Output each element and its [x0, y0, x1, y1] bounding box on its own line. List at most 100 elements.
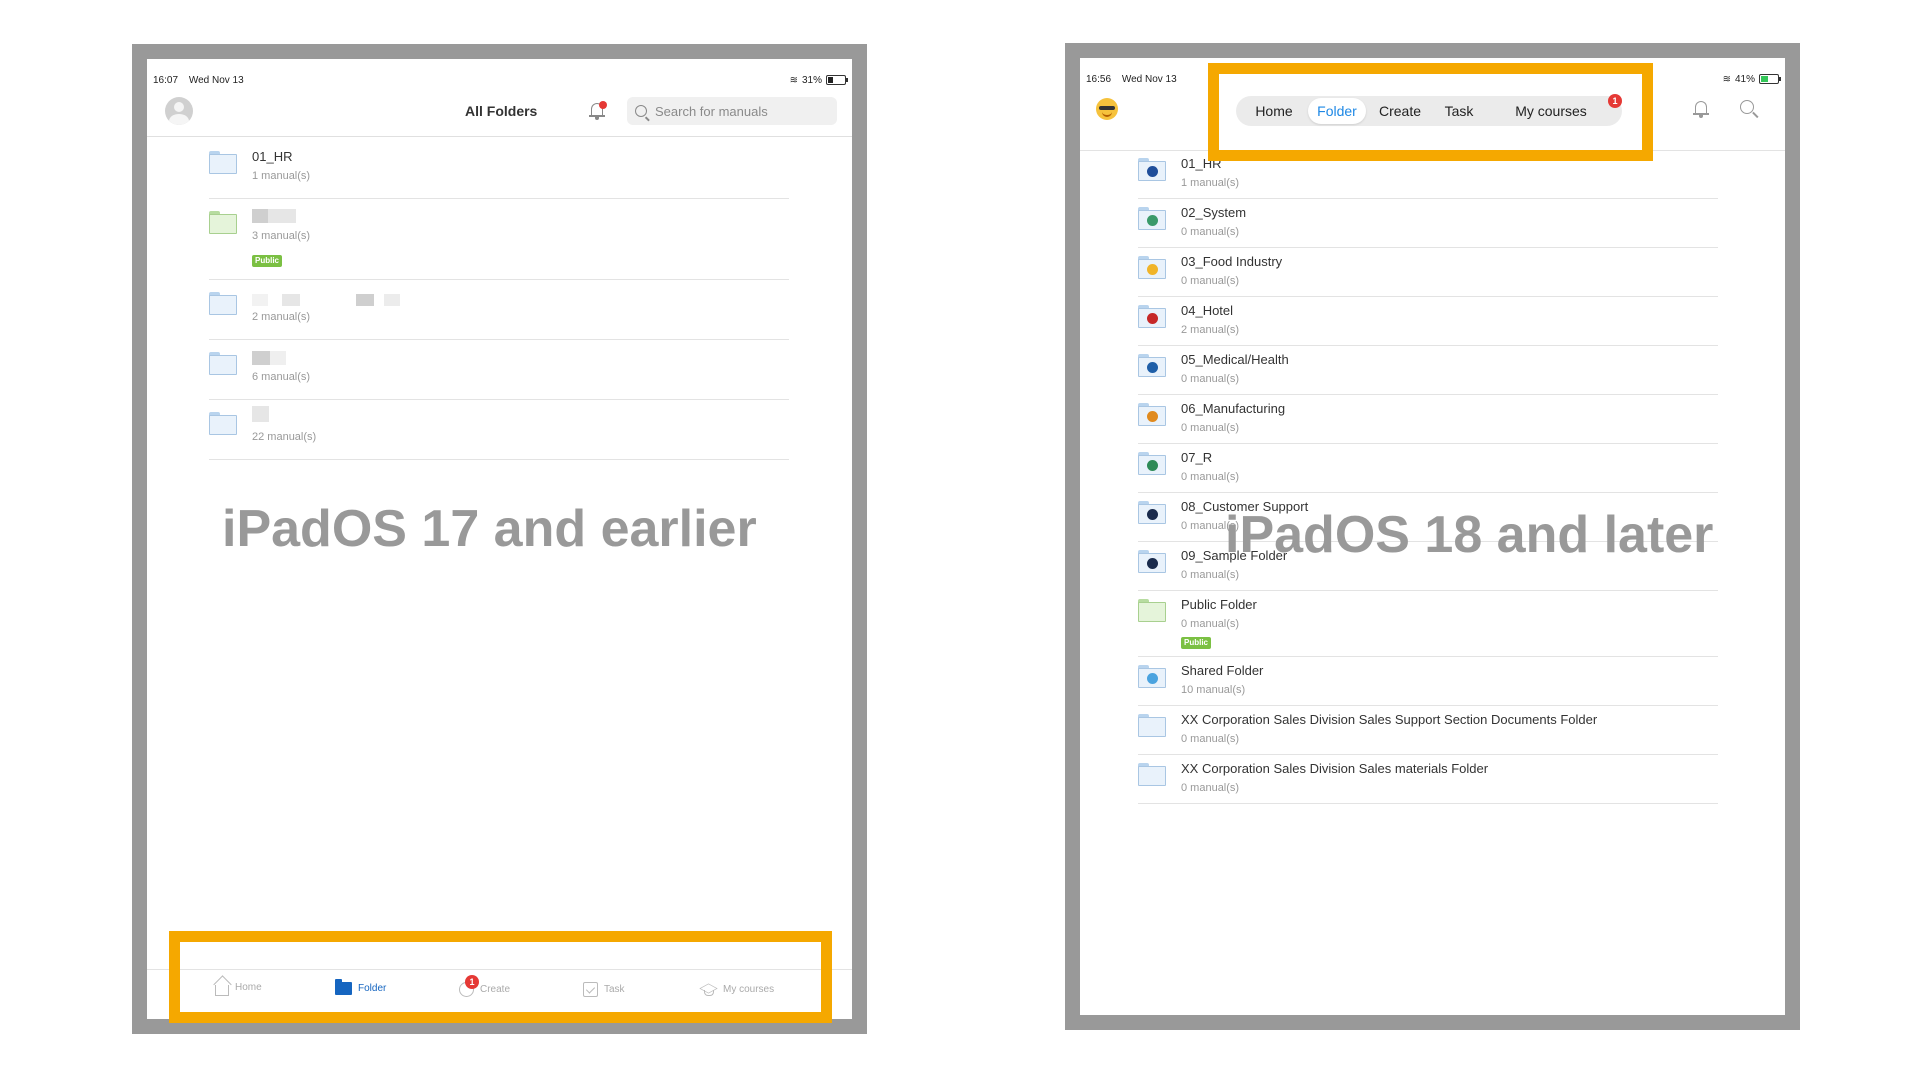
- folder-name: 03_Food Industry: [1181, 254, 1283, 269]
- folder-count: 6 manual(s): [252, 371, 311, 383]
- folder-count: 2 manual(s): [1181, 324, 1240, 336]
- search-input[interactable]: Search for manuals: [627, 97, 837, 125]
- page-title: All Folders: [465, 103, 538, 119]
- folder-name: 01_HR: [252, 149, 293, 164]
- folder-icon: [1138, 665, 1166, 688]
- top-header: All Folders Search for manuals: [147, 97, 852, 137]
- folder-name: 06_Manufacturing: [1181, 401, 1286, 416]
- ipad-frame-left: 16:07 Wed Nov 13 ≋ 31% All Folders Searc…: [132, 44, 867, 1034]
- os-version-label: iPadOS 17 and earlier: [222, 500, 757, 558]
- list-item[interactable]: 3 manual(s) Public: [209, 199, 789, 280]
- folder-emblem-icon: [1147, 509, 1158, 520]
- redacted-name: [252, 209, 268, 223]
- folder-count: 0 manual(s): [1181, 782, 1240, 794]
- folder-icon: [1138, 207, 1166, 230]
- folder-emblem-icon: [1147, 411, 1158, 422]
- folder-count: 0 manual(s): [1181, 422, 1240, 434]
- list-item[interactable]: 07_R 0 manual(s): [1138, 444, 1718, 493]
- folder-count: 0 manual(s): [1181, 471, 1240, 483]
- battery-charging-icon: [1759, 74, 1781, 84]
- list-item[interactable]: 22 manual(s): [209, 400, 789, 460]
- status-time: 16:07: [153, 74, 179, 86]
- public-badge: Public: [252, 255, 283, 267]
- redacted-name: [252, 351, 270, 365]
- folder-icon: [1138, 354, 1166, 377]
- redacted-name: [384, 294, 400, 306]
- folder-count: 10 manual(s): [1181, 684, 1246, 696]
- ipad-screen-right: 16:56 Wed Nov 13 ≋ 41% Home Folder Creat…: [1080, 58, 1785, 1015]
- folder-count: 0 manual(s): [1181, 618, 1240, 630]
- list-item[interactable]: 05_Medical/Health 0 manual(s): [1138, 346, 1718, 395]
- list-item[interactable]: Shared Folder 10 manual(s): [1138, 657, 1718, 706]
- list-item[interactable]: 04_Hotel 2 manual(s): [1138, 297, 1718, 346]
- search-placeholder: Search for manuals: [655, 103, 768, 119]
- list-item[interactable]: 2 manual(s): [209, 280, 789, 340]
- redacted-name: [270, 351, 286, 365]
- list-item[interactable]: 03_Food Industry 0 manual(s): [1138, 248, 1718, 297]
- folder-icon: [209, 412, 237, 435]
- folder-emblem-icon: [1147, 673, 1158, 684]
- app-logo-icon[interactable]: [1096, 98, 1118, 120]
- redacted-name: [268, 209, 296, 223]
- folder-icon: [209, 352, 237, 375]
- folder-icon: [1138, 305, 1166, 328]
- folder-name: 04_Hotel: [1181, 303, 1234, 318]
- status-date: Wed Nov 13: [1121, 73, 1177, 85]
- highlight-box-tab-bar: [169, 931, 832, 1023]
- folder-count: 0 manual(s): [1181, 569, 1240, 581]
- list-item[interactable]: 01_HR 1 manual(s): [209, 139, 789, 199]
- wifi-icon: ≋: [1722, 73, 1731, 85]
- folder-list: 01_HR 1 manual(s) 02_System 0 manual(s) 03_F…: [1138, 150, 1718, 804]
- folder-name: XX Corporation Sales Division Sales Supp…: [1181, 712, 1598, 727]
- list-item[interactable]: Public Folder 0 manual(s) Public: [1138, 591, 1718, 657]
- wifi-icon: ≋: [789, 74, 798, 86]
- avatar[interactable]: [165, 97, 193, 125]
- folder-name: XX Corporation Sales Division Sales mate…: [1181, 761, 1489, 776]
- list-item[interactable]: 6 manual(s): [209, 340, 789, 400]
- list-item[interactable]: 06_Manufacturing 0 manual(s): [1138, 395, 1718, 444]
- battery-icon: [826, 75, 848, 85]
- folder-icon: [1138, 403, 1166, 426]
- folder-emblem-icon: [1147, 313, 1158, 324]
- folder-count: 0 manual(s): [1181, 275, 1240, 287]
- folder-icon: [1138, 158, 1166, 181]
- folder-emblem-icon: [1147, 166, 1158, 177]
- folder-count: 2 manual(s): [252, 311, 311, 323]
- folder-icon: [1138, 599, 1166, 622]
- battery-percent: 41%: [1734, 73, 1755, 85]
- search-icon: [635, 105, 647, 117]
- folder-count: 0 manual(s): [1181, 226, 1240, 238]
- folder-count: 22 manual(s): [252, 431, 317, 443]
- folder-emblem-icon: [1147, 460, 1158, 471]
- folder-name: 05_Medical/Health: [1181, 352, 1289, 367]
- folder-icon: [1138, 550, 1166, 573]
- folder-emblem-icon: [1147, 264, 1158, 275]
- redacted-name: [282, 294, 300, 306]
- folder-count: 1 manual(s): [1181, 177, 1240, 189]
- battery-percent: 31%: [801, 74, 822, 86]
- status-date: Wed Nov 13: [188, 74, 244, 86]
- notification-bell-icon[interactable]: [587, 101, 607, 121]
- list-item[interactable]: 02_System 0 manual(s): [1138, 199, 1718, 248]
- status-bar: 16:07 Wed Nov 13 ≋ 31%: [153, 73, 848, 87]
- folder-icon: [209, 151, 237, 174]
- list-item[interactable]: XX Corporation Sales Division Sales Supp…: [1138, 706, 1718, 755]
- folder-count: 0 manual(s): [1181, 733, 1240, 745]
- folder-icon: [1138, 452, 1166, 475]
- folder-icon: [1138, 714, 1166, 737]
- os-version-label: iPadOS 18 and later: [1225, 506, 1714, 564]
- redacted-name: [252, 294, 268, 306]
- folder-icon: [209, 211, 237, 234]
- status-time: 16:56: [1086, 73, 1112, 85]
- folder-emblem-icon: [1147, 215, 1158, 226]
- ipad-frame-right: 16:56 Wed Nov 13 ≋ 41% Home Folder Creat…: [1065, 43, 1800, 1030]
- folder-name: Shared Folder: [1181, 663, 1264, 678]
- public-badge: Public: [1181, 637, 1212, 649]
- folder-icon: [1138, 501, 1166, 524]
- folder-emblem-icon: [1147, 362, 1158, 373]
- list-item[interactable]: XX Corporation Sales Division Sales mate…: [1138, 755, 1718, 804]
- notification-bell-icon[interactable]: [1691, 99, 1711, 119]
- redacted-name: [252, 406, 269, 422]
- folder-name: Public Folder: [1181, 597, 1257, 612]
- search-icon[interactable]: [1740, 100, 1759, 118]
